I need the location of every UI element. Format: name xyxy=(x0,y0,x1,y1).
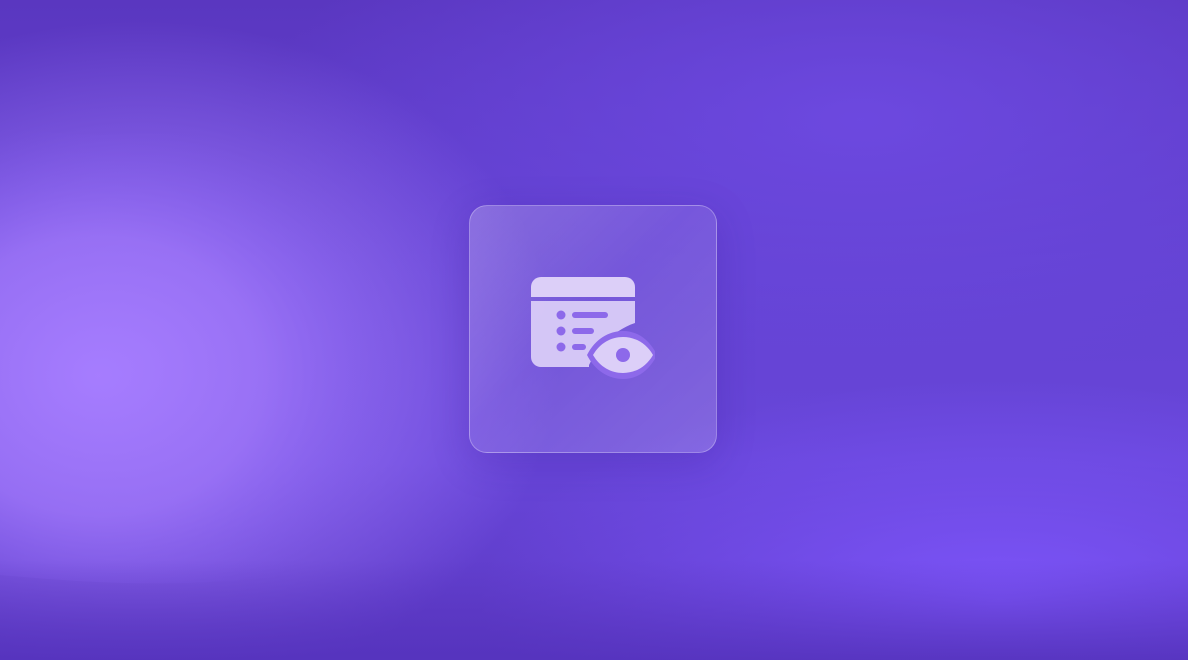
hero-background xyxy=(0,0,1188,660)
glass-card xyxy=(469,205,717,453)
calendar-list-eye-icon xyxy=(531,277,655,379)
